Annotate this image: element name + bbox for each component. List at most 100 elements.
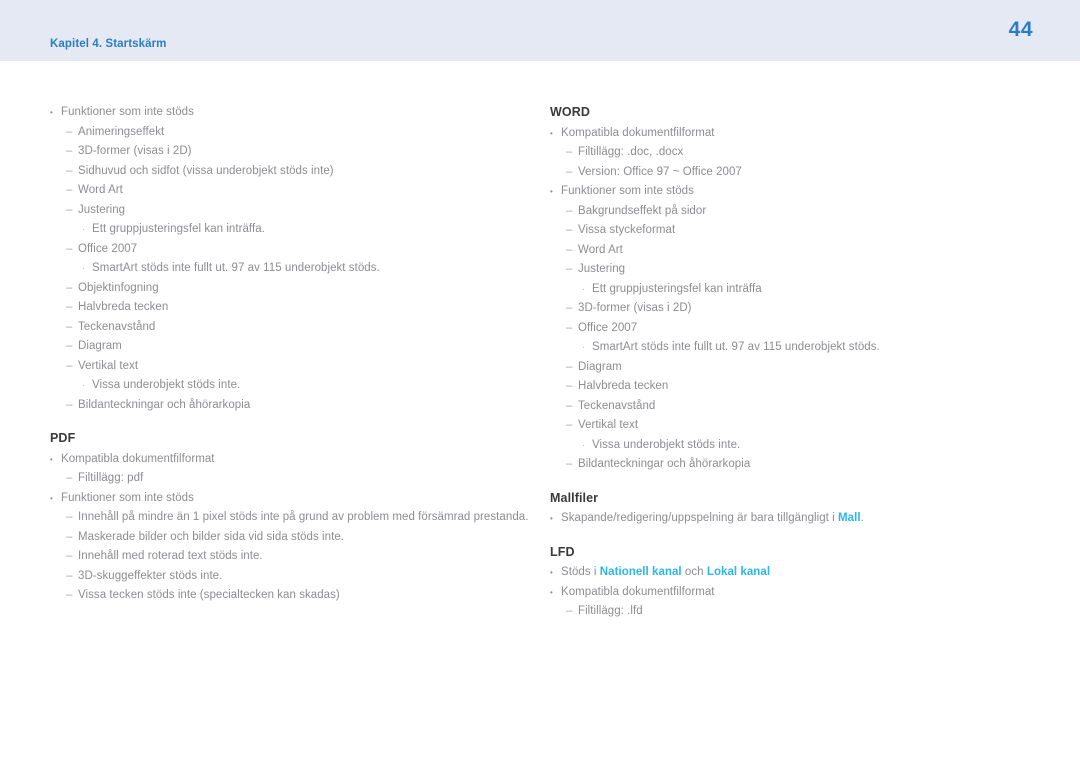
list-item: – Diagram [50,337,550,357]
list-item: – Filtillägg: .lfd [550,602,1050,622]
list-item-label: Diagram [578,360,622,373]
bullet-marker-level-2-icon: – [66,281,73,294]
bullet-marker-level-1-icon: • [50,454,53,464]
bullet-marker-level-2-icon: – [566,302,573,314]
list-item-label: Halvbreda tecken [78,301,169,313]
inline-text: Stöds i [561,566,600,578]
list-item: – Bildanteckningar och åhörarkopia [50,396,550,416]
bullet-marker-level-2-icon: – [566,419,573,431]
list-item-label: Vissa tecken stöds inte (specialtecken k… [78,589,340,601]
bullet-marker-level-2-icon: – [566,146,573,158]
bullet-marker-level-2-icon: – [66,511,73,523]
inline-link[interactable]: Lokal kanal [707,566,770,578]
list-item-label: Office 2007 [78,242,138,255]
list-item-label: Animeringseffekt [78,125,165,138]
list-item-label: Kompatibla dokumentfilformat [61,452,215,465]
inline-link[interactable]: Mall [838,512,861,524]
bullet-marker-level-2-icon: – [66,472,73,484]
list-item-label: Filtillägg: pdf [78,472,144,484]
list-item-label: Funktioner som inte stöds [61,106,194,118]
list-item-label: SmartArt stöds inte fullt ut. 97 av 115 … [592,341,880,353]
list-item: – Teckenavstånd [50,318,550,338]
list-item: –3D-skuggeffekter stöds inte. [50,567,550,587]
list-item-label: 3D-former (visas i 2D) [78,145,192,157]
inline-text: Skapande/redigering/uppspelning är bara … [561,512,839,524]
bullet-marker-level-2-icon: – [66,340,73,352]
bullet-marker-level-2-icon: – [66,589,73,601]
list-item: – Office 2007 [550,319,1050,339]
list-item: • Funktioner som inte stöds [50,489,550,509]
list-item-label: 3D-skuggeffekter stöds inte. [78,569,223,582]
list-item: · SmartArt stöds inte fullt ut. 97 av 115… [50,259,550,279]
list-item-label: Version: Office 97 ~ Office 2007 [578,165,742,178]
bullet-marker-level-2-icon: – [566,399,573,412]
content-column-right: WORD • Kompatibla dokumentfilformat – Filtil… [550,61,1050,622]
bullet-marker-level-2-icon: – [566,380,573,392]
bullet-marker-level-2-icon: – [66,301,73,313]
list-item: – Objektinfogning [50,279,550,299]
list-item: • Kompatibla dokumentfilformat [550,583,1050,603]
list-item: – Filtillägg: pdf [50,469,550,489]
bullet-marker-level-2-icon: – [566,458,573,470]
list-item: – Maskerade bilder och bilder sida vid si… [50,528,550,548]
list-item: – Vissa tecken stöds inte (specialtecken … [50,586,550,606]
list-item-label: Kompatibla dokumentfilformat [561,585,715,598]
inline-text: och [681,566,707,578]
bullet-marker-level-2-icon: – [66,203,73,216]
bullet-marker-level-1-icon: • [550,587,553,597]
list-item-label: Innehåll med roterad text stöds inte. [78,550,263,562]
bullet-marker-level-3-icon: · [582,439,586,450]
inline-link[interactable]: Nationell kanal [600,566,682,578]
list-item-label: Vissa underobjekt stöds inte. [592,438,741,451]
bullet-marker-level-2-icon: – [66,569,73,582]
bullet-marker-level-3-icon: · [82,224,86,234]
list-item-label: Funktioner som inte stöds [561,185,694,197]
list-item: · SmartArt stöds inte fullt ut. 97 av 115… [550,338,1050,358]
list-item: • Stöds i Nationell kanal och Lokal kanal [550,563,1050,583]
bullet-marker-level-2-icon: – [66,125,73,138]
list-item-label: Justering [578,263,626,275]
list-item-label: Vissa underobjekt stöds inte. [92,379,241,391]
list-item-label: Bildanteckningar och åhörarkopia [78,398,251,411]
list-item-label: Diagram [78,340,122,352]
list-item: • Kompatibla dokumentfilformat [550,124,1050,144]
bullet-marker-level-1-icon: • [550,568,553,577]
section-heading: PDF [50,431,76,445]
list-item: – Vertikal text [50,357,550,377]
list-item: · Vissa underobjekt stöds inte. [550,436,1050,456]
bullet-marker-level-2-icon: – [66,398,73,411]
bullet-marker-level-2-icon: – [566,243,573,256]
list-item-label: SmartArt stöds inte fullt ut. 97 av 115 … [92,262,380,274]
bullet-list: • Funktioner som inte stöds – Animeringseff… [50,103,550,415]
list-item-label: Bildanteckningar och åhörarkopia [578,458,751,470]
bullet-marker-level-1-icon: • [50,108,53,117]
list-item-label: Justering [78,203,126,216]
page-content: • Funktioner som inte stöds – Animeringseff… [0,61,1080,763]
list-item: – Justering [550,260,1050,280]
bullet-list: • Kompatibla dokumentfilformat – Filtillägg… [50,450,550,606]
page-header: Kapitel 4. Startskärm 44 [0,0,1080,61]
bullet-marker-level-2-icon: – [566,224,573,236]
list-item: – Bildanteckningar och åhörarkopia [550,455,1050,475]
content-column-left: • Funktioner som inte stöds – Animeringseff… [50,61,550,606]
bullet-marker-level-1-icon: • [550,187,553,196]
bullet-marker-level-2-icon: – [566,263,573,275]
page-number: 44 [1008,18,1033,41]
list-item-label: Funktioner som inte stöds [61,491,194,504]
list-item: – Teckenavstånd [550,397,1050,417]
list-item: – Diagram [550,358,1050,378]
list-item: · Vissa underobjekt stöds inte. [50,376,550,396]
bullet-marker-level-2-icon: – [66,145,73,157]
bullet-marker-level-2-icon: – [566,360,573,373]
list-item-label: Word Art [578,243,623,256]
list-item: – Innehåll med roterad text stöds inte. [50,547,550,567]
list-item-label: Filtillägg: .doc, .docx [578,146,684,158]
list-item-label: Word Art [78,184,123,196]
list-item-label: Vissa styckeformat [578,224,676,236]
bullet-marker-level-3-icon: · [582,342,586,352]
bullet-list: • Skapande/redigering/uppspelning är bara… [550,509,1050,529]
list-item: – Word Art [50,181,550,201]
list-item-label: Halvbreda tecken [578,380,669,392]
section-heading: WORD [550,105,590,119]
section-heading: LFD [550,544,575,559]
